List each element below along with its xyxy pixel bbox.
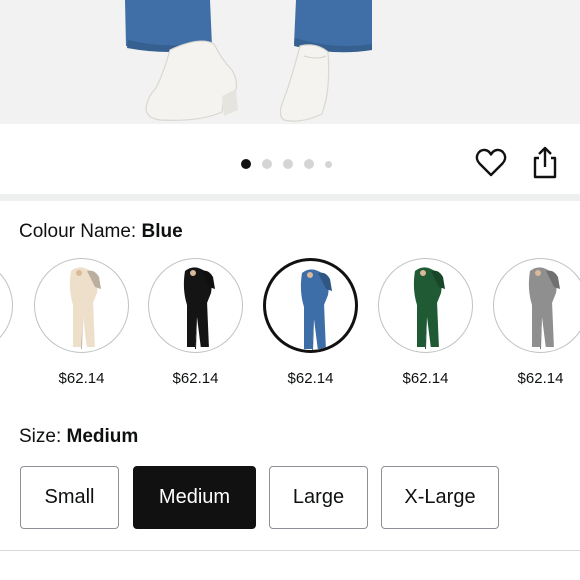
colour-swatch-green[interactable]: $62.14: [378, 258, 473, 387]
product-photo-legs: [0, 0, 580, 124]
size-option-large[interactable]: Large: [269, 466, 368, 529]
colour-swatch-black[interactable]: $62.14: [148, 258, 243, 387]
product-image[interactable]: [0, 0, 580, 124]
swatch-price: $62.14: [517, 370, 564, 387]
section-divider: [0, 194, 580, 201]
selected-size: Medium: [66, 426, 139, 447]
bottom-divider: [0, 550, 580, 551]
swatch-image: [263, 258, 358, 353]
carousel-dot[interactable]: [241, 159, 251, 169]
selected-colour: Blue: [141, 221, 183, 242]
swatch-image: [493, 258, 580, 353]
add-to-wishlist-button[interactable]: [474, 146, 508, 180]
swatch-price: $62.14: [402, 370, 449, 387]
colour-swatch-blue[interactable]: $62.14: [263, 258, 358, 387]
swatch-image: [34, 258, 129, 353]
carousel-dot[interactable]: [262, 159, 272, 169]
share-icon: [533, 146, 557, 179]
carousel-dots: [241, 159, 343, 169]
colour-swatch-list: $62.14 $62.14 $62.14 $62.14 $62.14: [0, 258, 580, 398]
carousel-dot[interactable]: [304, 159, 314, 169]
colour-swatch-beige[interactable]: $62.14: [34, 258, 129, 387]
colour-heading: Colour Name: Blue: [19, 220, 183, 244]
heart-outline-icon: [475, 148, 507, 177]
swatch-image: [148, 258, 243, 353]
colour-label: Colour Name:: [19, 221, 142, 242]
colour-swatch[interactable]: [0, 258, 13, 353]
size-label: Size:: [19, 426, 67, 447]
swatch-price: $62.14: [58, 370, 105, 387]
swatch-image: [0, 258, 13, 353]
swatch-image: [378, 258, 473, 353]
size-heading: Size: Medium: [19, 425, 138, 449]
size-option-x-large[interactable]: X-Large: [381, 466, 499, 529]
swatch-price: $62.14: [287, 370, 334, 387]
carousel-dot[interactable]: [283, 159, 293, 169]
size-option-medium[interactable]: Medium: [133, 466, 256, 529]
share-button[interactable]: [528, 144, 562, 180]
carousel-dot[interactable]: [325, 160, 332, 168]
colour-swatch-grey[interactable]: $62.14: [493, 258, 580, 387]
size-option-small[interactable]: Small: [20, 466, 119, 529]
swatch-price: $62.14: [172, 370, 219, 387]
image-carousel-controls: [0, 124, 580, 194]
